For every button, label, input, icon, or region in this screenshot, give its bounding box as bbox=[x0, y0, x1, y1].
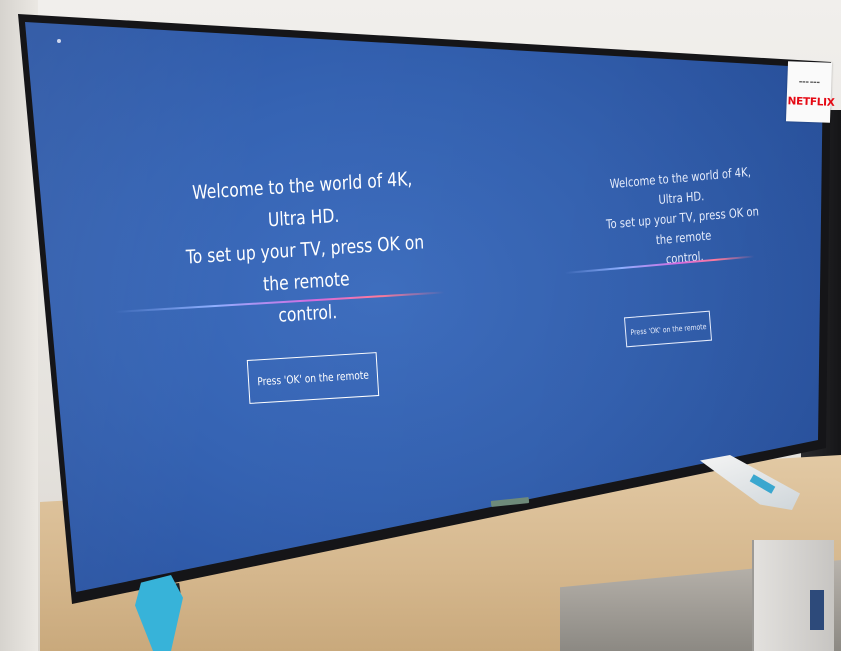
press-ok-label: Press 'OK' on the remote bbox=[256, 368, 370, 388]
screen-corner-dot bbox=[57, 39, 61, 43]
press-ok-button-left[interactable]: Press 'OK' on the remote bbox=[246, 352, 380, 404]
netflix-logo: NETFLIX bbox=[787, 95, 835, 109]
netflix-sticker: ▬▬▬ ▬▬▬ NETFLIX bbox=[785, 61, 835, 123]
press-ok-label: Press 'OK' on the remote bbox=[629, 321, 707, 337]
cardboard-box bbox=[752, 540, 834, 651]
welcome-message-left: Welcome to the world of 4K, Ultra HD. To… bbox=[179, 162, 432, 337]
sticker-fine-print: ▬▬▬ ▬▬▬ bbox=[798, 79, 820, 85]
